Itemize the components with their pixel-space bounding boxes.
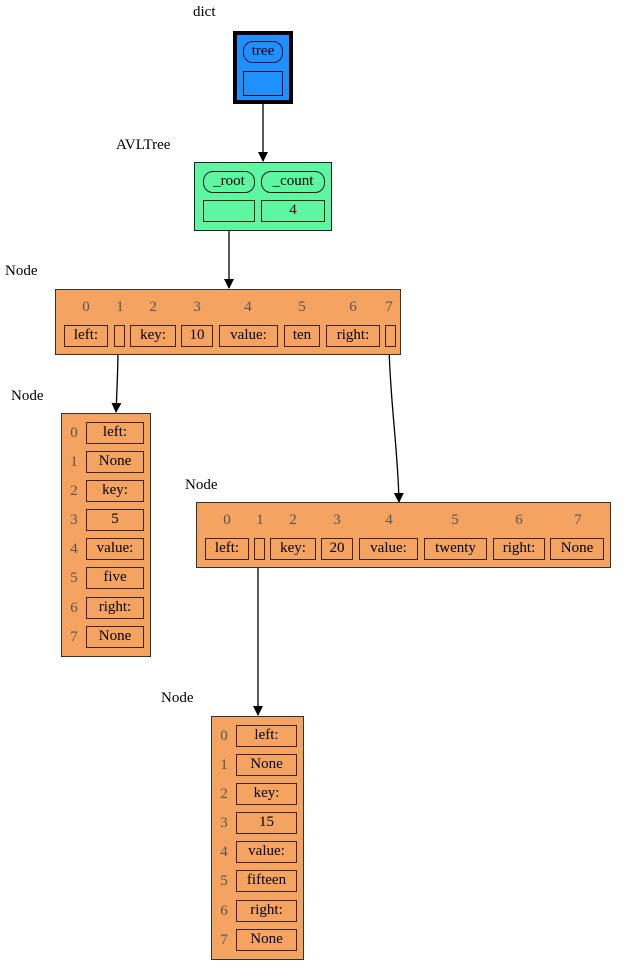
- cell: right:: [86, 597, 144, 619]
- cell: key:: [130, 325, 176, 347]
- avltree-object: _root _count 4: [194, 162, 332, 231]
- node-key-5: 0 1 2 3 4 5 6 7 left: None key: 5 value:…: [61, 413, 151, 657]
- index: 1: [256, 512, 264, 528]
- index: 0: [70, 425, 78, 441]
- index: 5: [70, 570, 78, 586]
- dict-type-label: dict: [193, 4, 216, 20]
- cell-right-pointer: [385, 325, 396, 347]
- avltree-field-root: _root: [203, 171, 255, 193]
- index: 0: [220, 728, 228, 744]
- index: 6: [220, 903, 228, 919]
- index: 4: [220, 844, 228, 860]
- cell: left:: [205, 538, 249, 560]
- avltree-value-root: [203, 200, 255, 222]
- cell: value:: [86, 538, 144, 560]
- index: 3: [70, 512, 78, 528]
- node5-type-label: Node: [11, 388, 44, 404]
- index: 5: [451, 512, 459, 528]
- cell: None: [236, 929, 297, 951]
- index: 6: [515, 512, 523, 528]
- index: 5: [220, 873, 228, 889]
- cell: key:: [86, 480, 144, 502]
- cell: five: [86, 567, 144, 589]
- dict-key-tree: tree: [243, 41, 283, 63]
- cell: value:: [359, 538, 418, 560]
- cell: None: [86, 626, 144, 648]
- index: 7: [385, 299, 393, 315]
- index: 7: [574, 512, 582, 528]
- dict-value-tree: [243, 71, 283, 96]
- cell: fifteen: [236, 870, 297, 892]
- avltree-field-count: _count: [261, 171, 325, 193]
- index: 2: [220, 786, 228, 802]
- index: 2: [149, 299, 157, 315]
- cell-left-pointer: [114, 325, 125, 347]
- cell: 10: [181, 325, 213, 347]
- avltree-value-count: 4: [261, 200, 325, 222]
- index: 6: [70, 600, 78, 616]
- cell: ten: [284, 325, 320, 347]
- cell: value:: [219, 325, 278, 347]
- cell-left-pointer: [254, 538, 265, 560]
- cell: key:: [236, 783, 297, 805]
- index: 4: [70, 541, 78, 557]
- index: 6: [349, 299, 357, 315]
- cell: 5: [86, 509, 144, 531]
- avltree-type-label: AVLTree: [116, 137, 171, 153]
- index: 1: [220, 757, 228, 773]
- cell: 15: [236, 812, 297, 834]
- cell: left:: [236, 725, 297, 747]
- index: 7: [70, 629, 78, 645]
- node-key-15: 0 1 2 3 4 5 6 7 left: None key: 15 value…: [211, 716, 304, 960]
- index: 3: [193, 299, 201, 315]
- node10-type-label: Node: [5, 263, 38, 279]
- cell: None: [236, 754, 297, 776]
- cell: right:: [236, 900, 297, 922]
- cell: key:: [270, 538, 316, 560]
- index: 2: [289, 512, 297, 528]
- cell: value:: [236, 841, 297, 863]
- node-key-20: 0 1 2 3 4 5 6 7 left: key: 20 value: twe…: [196, 502, 611, 568]
- index: 0: [82, 299, 90, 315]
- edge-node10-right-to-node20: [388, 345, 404, 503]
- index: 1: [70, 454, 78, 470]
- cell: left:: [64, 325, 108, 347]
- index: 2: [70, 483, 78, 499]
- cell: None: [86, 451, 144, 473]
- index: 7: [220, 932, 228, 948]
- index: 4: [385, 512, 393, 528]
- cell: left:: [86, 422, 144, 444]
- dict-object: tree: [233, 31, 293, 104]
- index: 5: [298, 299, 306, 315]
- cell: 20: [321, 538, 353, 560]
- edge-node10-left-to-node5: [111, 345, 122, 413]
- index: 3: [333, 512, 341, 528]
- cell: right:: [326, 325, 380, 347]
- node-key-10: 0 1 2 3 4 5 6 7 left: key: 10 value: ten…: [55, 289, 401, 355]
- index: 3: [220, 815, 228, 831]
- index: 4: [244, 299, 252, 315]
- index: 1: [116, 299, 124, 315]
- node15-type-label: Node: [161, 690, 194, 706]
- cell: twenty: [424, 538, 487, 560]
- index: 0: [223, 512, 231, 528]
- node20-type-label: Node: [185, 477, 218, 493]
- cell: right:: [493, 538, 545, 560]
- cell: None: [550, 538, 604, 560]
